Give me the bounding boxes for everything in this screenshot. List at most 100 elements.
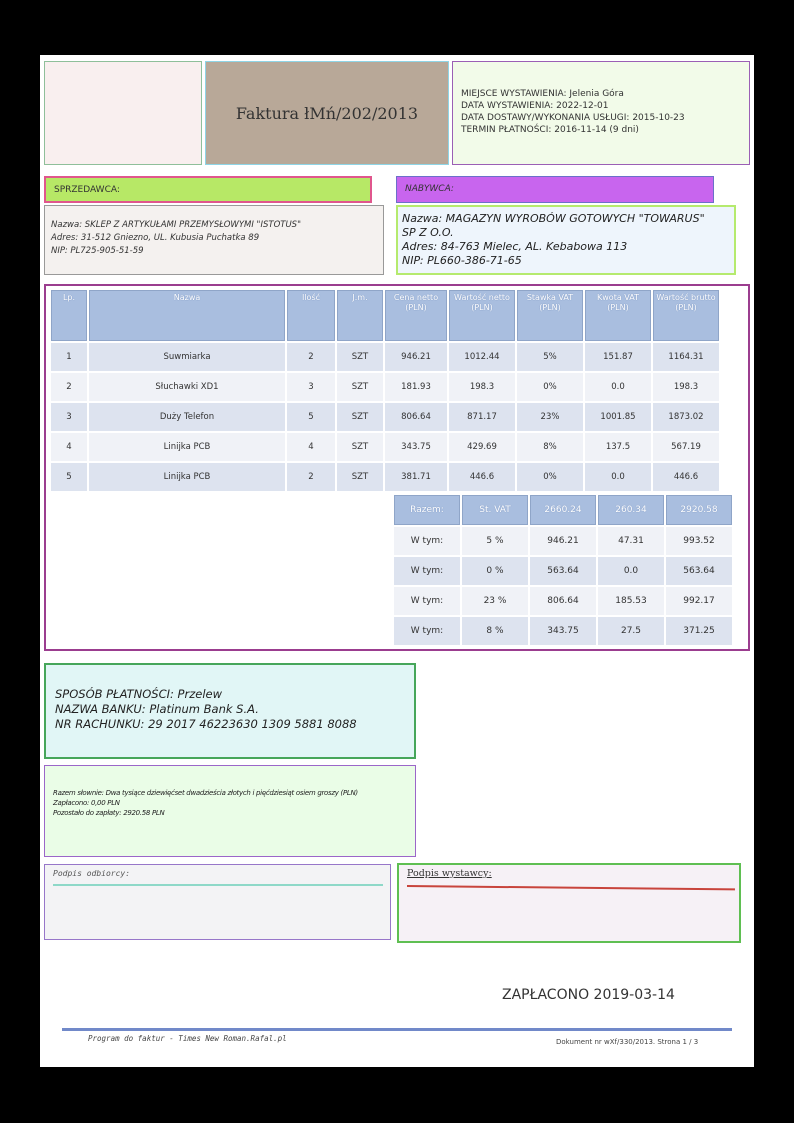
col-net-price: Cena netto (PLN) [385,290,447,341]
payment-due: TERMIN PŁATNOŚCI: 2016-11-14 (9 dni) [461,125,639,135]
cell: 3 [287,373,335,401]
total-label: Razem: [394,495,460,525]
col-net-value: Wartość netto (PLN) [449,290,515,341]
totals-header-row: Razem: St. VAT 2660.24 260.34 2920.58 [394,495,732,525]
amount-paid: Zapłacono: 0,00 PLN [53,799,120,807]
cell: 0.0 [585,373,651,401]
cell: W tym: [394,617,460,645]
cell: 1873.02 [653,403,719,431]
col-vat-rate: Stawka VAT (PLN) [517,290,583,341]
cell: 47.31 [598,527,664,555]
cell: 429.69 [449,433,515,461]
invoice-page: Faktura łMń/202/2013 MIEJSCE WYSTAWIENIA… [40,55,754,1067]
col-vat-amount: Kwota VAT (PLN) [585,290,651,341]
table-row: 5 Linijka PCB 2 SZT 381.71 446.6 0% 0.0 … [51,463,719,491]
buyer-name-cont: SP Z O.O. [402,226,454,239]
cell: 5 [51,463,87,491]
vat-rate-label: St. VAT [462,495,528,525]
paid-stamp: ZAPŁACONO 2019-03-14 [502,987,675,1003]
cell: 0% [517,373,583,401]
cell: 563.64 [530,557,596,585]
cell: Linijka PCB [89,463,285,491]
cell: 0.0 [585,463,651,491]
cell: 23 % [462,587,528,615]
cell: SZT [337,343,383,371]
issuer-signature-box: Podpis wystawcy: [397,863,741,943]
items-section: Lp. Nazwa Ilość J.m. Cena netto (PLN) Wa… [44,284,750,651]
cell: 1001.85 [585,403,651,431]
bank-name: NAZWA BANKU: Platinum Bank S.A. [55,702,259,716]
buyer-header: NABYWCA: [396,176,714,203]
payment-summary: Razem słownie: Dwa tysiące dziewięćset d… [44,765,416,857]
cell: 4 [287,433,335,461]
cell: 5% [517,343,583,371]
cell: 137.5 [585,433,651,461]
cell: 0 % [462,557,528,585]
vat-summary-table: Razem: St. VAT 2660.24 260.34 2920.58 W … [392,493,734,647]
payment-method: SPOSÓB PŁATNOŚCI: Przelew [55,687,222,701]
buyer-nip: NIP: PL660-386-71-65 [402,254,522,267]
col-unit: J.m. [337,290,383,341]
cell: 1164.31 [653,343,719,371]
table-row: 1 Suwmiarka 2 SZT 946.21 1012.44 5% 151.… [51,343,719,371]
cell: 198.3 [449,373,515,401]
issuer-signature-label: Podpis wystawcy: [407,868,492,879]
cell: 371.25 [666,617,732,645]
cell: 4 [51,433,87,461]
table-row: W tym: 0 % 563.64 0.0 563.64 [394,557,732,585]
cell: 946.21 [530,527,596,555]
cell: 2 [287,463,335,491]
issue-place: MIEJSCE WYSTAWIENIA: Jelenia Góra [461,89,624,99]
cell: 23% [517,403,583,431]
issuer-signature-line [406,885,735,891]
cell: 806.64 [385,403,447,431]
cell: SZT [337,463,383,491]
cell: 8% [517,433,583,461]
cell: 343.75 [530,617,596,645]
cell: 446.6 [653,463,719,491]
col-lp: Lp. [51,290,87,341]
account-number: NR RACHUNKU: 29 2017 46223630 1309 5881 … [55,717,357,731]
items-header-row: Lp. Nazwa Ilość J.m. Cena netto (PLN) Wa… [51,290,719,341]
cell: 806.64 [530,587,596,615]
receiver-signature-box: Podpis odbiorcy: [44,864,391,940]
buyer-address: Adres: 84-763 Mielec, AL. Kebabowa 113 [402,240,628,253]
cell: 3 [51,403,87,431]
cell: 5 % [462,527,528,555]
cell: 343.75 [385,433,447,461]
cell: Słuchawki XD1 [89,373,285,401]
cell: W tym: [394,587,460,615]
cell: 993.52 [666,527,732,555]
cell: 1012.44 [449,343,515,371]
delivery-date: DATA DOSTAWY/WYKONANIA USŁUGI: 2015-10-2… [461,113,685,123]
cell: 151.87 [585,343,651,371]
seller-details: Nazwa: SKLEP Z ARTYKUŁAMI PRZEMYSŁOWYMI … [44,205,384,275]
cell: 446.6 [449,463,515,491]
cell: W tym: [394,557,460,585]
cell: 0% [517,463,583,491]
cell: Duży Telefon [89,403,285,431]
receiver-signature-line [53,884,383,886]
amount-in-words: Razem słownie: Dwa tysiące dziewięćset d… [53,789,358,797]
seller-address: Adres: 31-512 Gniezno, UL. Kubusia Pucha… [51,233,260,243]
buyer-details: Nazwa: MAGAZYN WYROBÓW GOTOWYCH "TOWARUS… [396,205,736,275]
footer-divider [62,1028,732,1031]
total-net: 2660.24 [530,495,596,525]
buyer-name: Nazwa: MAGAZYN WYROBÓW GOTOWYCH "TOWARUS… [402,212,705,225]
table-row: 3 Duży Telefon 5 SZT 806.64 871.17 23% 1… [51,403,719,431]
col-name: Nazwa [89,290,285,341]
amount-remaining: Pozostało do zapłaty: 2920.58 PLN [53,809,165,817]
col-qty: Ilość [287,290,335,341]
seller-name: Nazwa: SKLEP Z ARTYKUŁAMI PRZEMYSŁOWYMI … [51,220,301,230]
cell: 567.19 [653,433,719,461]
cell: SZT [337,373,383,401]
cell: 0.0 [598,557,664,585]
table-row: W tym: 8 % 343.75 27.5 371.25 [394,617,732,645]
cell: 2 [287,343,335,371]
footer-program: Program do faktur - Times New Roman.Rafa… [88,1034,287,1043]
total-vat: 260.34 [598,495,664,525]
invoice-title-box: Faktura łMń/202/2013 [205,61,449,165]
cell: 27.5 [598,617,664,645]
issue-date: DATA WYSTAWIENIA: 2022-12-01 [461,101,609,111]
cell: 185.53 [598,587,664,615]
